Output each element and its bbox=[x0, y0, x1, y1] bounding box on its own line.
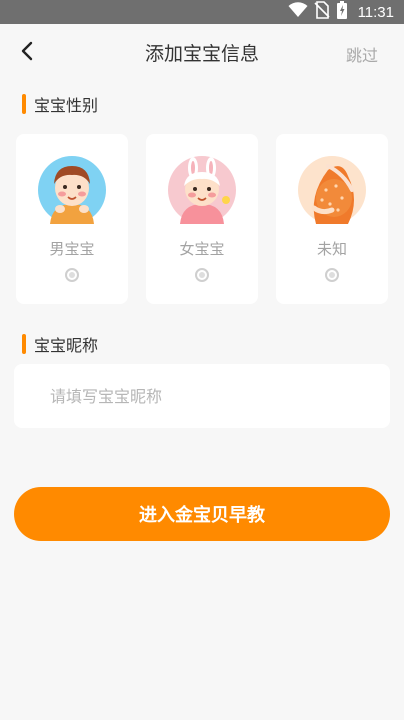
section-accent-bar bbox=[22, 334, 26, 354]
status-time: 11:31 bbox=[357, 3, 394, 21]
gender-label-boy: 男宝宝 bbox=[49, 240, 95, 258]
gender-option-unknown[interactable]: 未知 bbox=[276, 134, 388, 304]
wifi-icon bbox=[288, 2, 308, 22]
no-sim-icon bbox=[313, 1, 330, 23]
nav-bar: 添加宝宝信息 跳过 bbox=[0, 24, 404, 80]
girl-avatar-icon bbox=[168, 156, 236, 224]
gender-label-girl: 女宝宝 bbox=[179, 240, 225, 258]
nickname-input[interactable] bbox=[50, 382, 370, 410]
status-bar: 11:31 bbox=[0, 0, 404, 24]
nickname-field-container bbox=[14, 364, 390, 428]
nickname-section-title: 宝宝昵称 bbox=[34, 336, 99, 355]
enter-button[interactable]: 进入金宝贝早教 bbox=[14, 487, 390, 541]
radio-unknown[interactable] bbox=[325, 268, 339, 282]
pregnant-belly-icon bbox=[298, 156, 366, 224]
gender-section-title: 宝宝性别 bbox=[34, 96, 99, 115]
battery-icon bbox=[336, 1, 348, 23]
skip-button[interactable]: 跳过 bbox=[346, 42, 378, 66]
gender-option-girl[interactable]: 女宝宝 bbox=[146, 134, 258, 304]
gender-option-boy[interactable]: 男宝宝 bbox=[16, 134, 128, 304]
page-title: 添加宝宝信息 bbox=[144, 43, 259, 65]
section-accent-bar bbox=[22, 94, 26, 114]
radio-boy[interactable] bbox=[65, 268, 79, 282]
radio-girl[interactable] bbox=[195, 268, 209, 282]
gender-label-unknown: 未知 bbox=[316, 240, 347, 258]
nickname-section-header: 宝宝昵称 bbox=[22, 332, 98, 356]
status-icons: 11:31 bbox=[288, 1, 394, 23]
boy-avatar-icon bbox=[38, 156, 106, 224]
gender-section-header: 宝宝性别 bbox=[22, 92, 98, 116]
